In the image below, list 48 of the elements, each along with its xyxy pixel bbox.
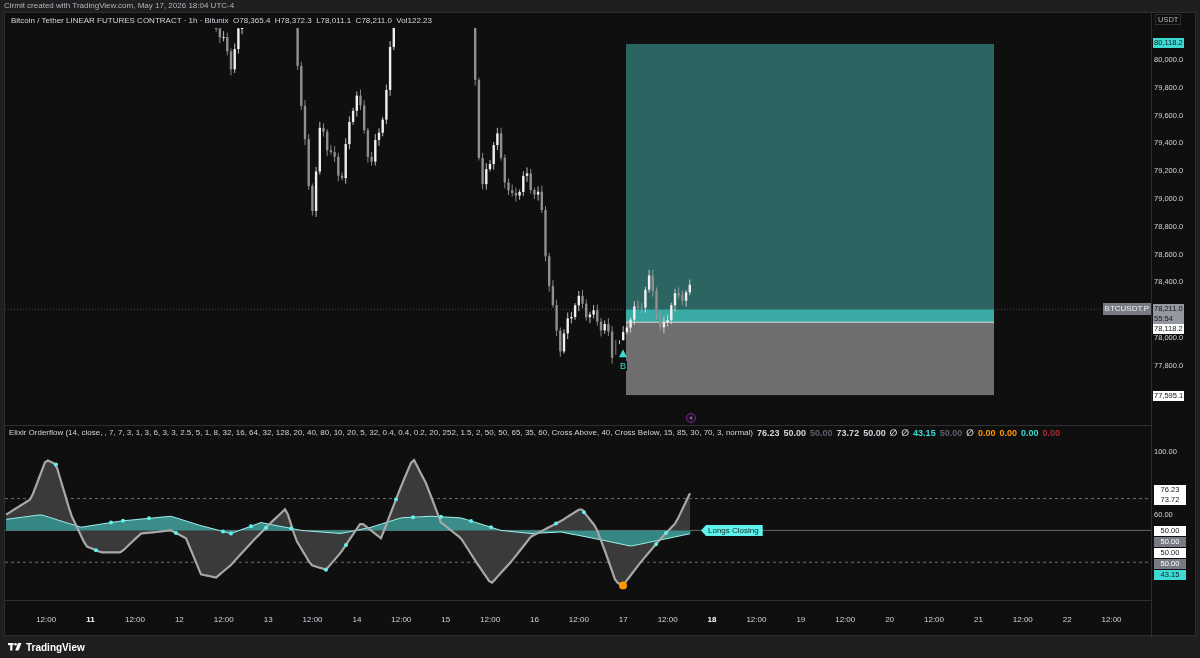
- indicator-value: 73.72: [836, 428, 860, 438]
- time-label: 22: [1061, 614, 1073, 624]
- time-label: 12:00: [212, 614, 235, 624]
- indicator-value: 43.15: [913, 428, 936, 438]
- time-label: 16: [529, 614, 540, 624]
- indicator-value: ∅: [966, 428, 974, 438]
- time-label: 12:00: [923, 614, 945, 624]
- time-label: 12:00: [35, 614, 58, 624]
- indicator-value: ∅: [901, 428, 910, 438]
- time-label: 12: [173, 614, 185, 624]
- header-text: Cirmit created with TradingView.com, May 17, 2026 18:04 UTC-4: [3, 0, 236, 12]
- time-label: 12:00: [1011, 614, 1034, 624]
- time-label: 12:00: [656, 614, 679, 624]
- signal-tag: Longs Closing: [701, 525, 763, 536]
- time-label: 12:00: [390, 614, 413, 624]
- time-label: 13: [262, 614, 274, 624]
- time-label: 11: [85, 614, 96, 624]
- indicator-value: 76.23: [757, 428, 780, 438]
- time-label: 18: [706, 614, 718, 624]
- indicator-value: 0.00: [977, 428, 996, 438]
- time-label: 12:00: [123, 614, 146, 624]
- indicator-legend: Elixir Orderflow (14, close, , 7, 7, 3, 1, 3, 6, 3, 3, 2.5, 5, 1, 8, 32, 16, 64, 32, 128, 20, 40, 80, 10, 20, 5, 32, 0.4, 0.4, 0.2, 20, 252, 1.5, 2, 50, 50, 65, 35, 60, Cross Above, 40, Cross Below, 15, 85, 30, 70, 3, normal): [9, 428, 753, 438]
- lightning-icon: [686, 413, 696, 423]
- indicator-value: 0.00: [1020, 428, 1039, 438]
- indicator-value: 50.00: [939, 428, 963, 438]
- time-label: 14: [351, 614, 363, 624]
- time-label: 20: [884, 614, 896, 624]
- indicator-value: 50.00: [783, 428, 807, 438]
- time-label: 12:00: [479, 614, 502, 624]
- time-label: 21: [972, 614, 984, 624]
- indicator-value: 0.00: [999, 428, 1017, 438]
- symbol-tag: BTCUSDT.P: [1102, 303, 1151, 315]
- symbol-legend: Bitcoin / Tether LINEAR FUTURES CONTRACT · 1h · Bitunix O78,365.4 H78,372.3 L78,011.1 C78,211.0 Vol122.23: [9, 16, 434, 26]
- time-label: 12:00: [834, 614, 857, 624]
- time-label: 15: [440, 614, 452, 624]
- time-label: 12:00: [567, 614, 590, 624]
- indicator-value: 0.00: [1042, 428, 1060, 438]
- brand-name: TradingView: [26, 641, 85, 653]
- indicator-value: ∅: [889, 428, 898, 438]
- time-label: 12:00: [745, 614, 768, 624]
- indicator-value: 50.00: [810, 428, 833, 438]
- time-label: 12:00: [301, 614, 324, 624]
- buy-marker-label: B: [619, 361, 627, 371]
- indicator-value: 50.00: [863, 428, 886, 438]
- logo-icon: [8, 643, 22, 651]
- time-label: 17: [617, 614, 629, 624]
- time-label: 12:00: [1100, 614, 1123, 624]
- time-label: 19: [795, 614, 807, 624]
